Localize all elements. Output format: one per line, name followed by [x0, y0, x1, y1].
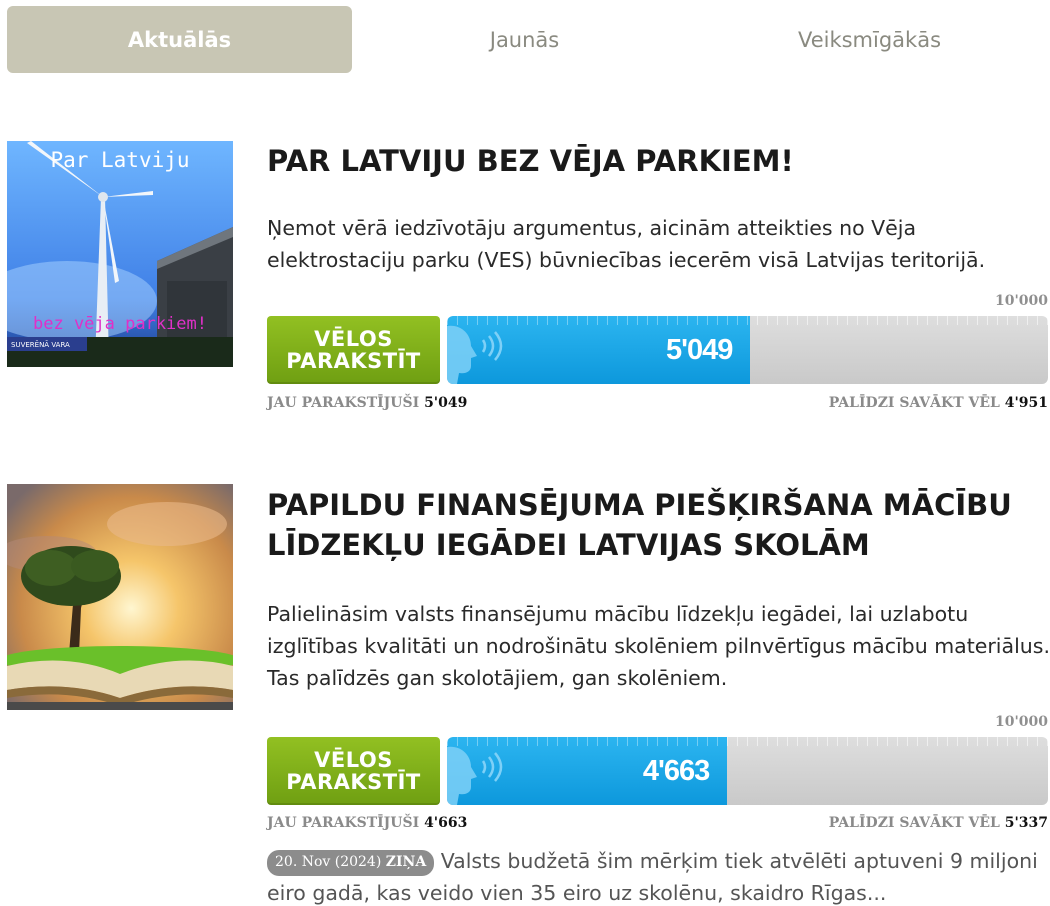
progress-fill: 5'049	[447, 316, 751, 384]
remaining-label: PALĪDZI SAVĀKT VĒL	[828, 395, 1000, 411]
petition-title[interactable]: PAR LATVIJU BEZ VĒJA PARKIEM!	[267, 141, 1027, 181]
tab-jaunas[interactable]: Jaunās	[352, 6, 697, 73]
remaining-value: 4'951	[1004, 395, 1048, 411]
sign-button[interactable]: VĒLOS PARAKSTĪT	[267, 737, 440, 805]
wind-turbine-image: Par Latviju bez vēja parkiem! SUVERĒNĀ V…	[7, 141, 233, 367]
sign-button-line2: PARAKSTĪT	[286, 770, 421, 794]
sign-button[interactable]: VĒLOS PARAKSTĪT	[267, 316, 440, 384]
petition-image-book[interactable]	[7, 484, 233, 710]
petition-description: Palielināsim valsts finansējumu mācību l…	[267, 602, 1050, 690]
sign-button-line1: VĒLOS	[314, 748, 393, 772]
speaking-head-icon	[447, 325, 503, 384]
signed-value: 5'049	[424, 395, 468, 411]
signed-stat: JAU PARAKSTĪJUŠI 5'049	[267, 395, 467, 411]
signature-count: 4'663	[642, 755, 710, 787]
remaining-value: 5'337	[1004, 815, 1048, 831]
tab-aktualas[interactable]: Aktuālās	[7, 6, 352, 73]
petition-image-wind[interactable]: Par Latviju bez vēja parkiem! SUVERĒNĀ V…	[7, 141, 233, 367]
tree-book-image	[7, 484, 233, 710]
petition-goal: 10'000	[995, 714, 1048, 730]
news-date: 20. Nov (2024)	[275, 854, 382, 870]
image-corner-text: SUVERĒNĀ VARA	[11, 340, 70, 349]
petition-description: Ņemot vērā iedzīvotāju argumentus, aicin…	[267, 216, 986, 272]
progress-fill: 4'663	[447, 737, 728, 805]
signed-label: JAU PARAKSTĪJUŠI	[267, 815, 420, 831]
signed-stat: JAU PARAKSTĪJUŠI 4'663	[267, 815, 467, 831]
news-badge: 20. Nov (2024) ZIŅA	[267, 850, 435, 876]
speaking-head-icon	[447, 746, 503, 805]
petition-goal: 10'000	[995, 293, 1048, 309]
image-top-text: Par Latviju	[50, 148, 189, 172]
signed-value: 4'663	[424, 815, 468, 831]
image-bottom-text: bez vēja parkiem!	[33, 314, 207, 334]
remaining-label: PALĪDZI SAVĀKT VĒL	[828, 815, 1000, 831]
petition-title[interactable]: PAPILDU FINANSĒJUMA PIEŠĶIRŠANA MĀCĪBU L…	[267, 485, 1027, 565]
signature-progress-bar: 5'049	[447, 316, 1048, 384]
sign-button-line1: VĒLOS	[314, 327, 393, 351]
news-tag: ZIŅA	[385, 854, 427, 870]
news-update[interactable]: 20. Nov (2024) ZIŅA Valsts budžetā šim m…	[267, 846, 1047, 906]
sign-button-line2: PARAKSTĪT	[286, 349, 421, 373]
tab-bar: Aktuālās Jaunās Veiksmīgākās	[7, 6, 1042, 73]
tab-veiksmigakas[interactable]: Veiksmīgākās	[697, 6, 1042, 73]
remaining-stat: PALĪDZI SAVĀKT VĒL 4'951	[829, 395, 1048, 411]
signature-count: 5'049	[666, 334, 733, 366]
signature-progress-bar: 4'663	[447, 737, 1048, 805]
remaining-stat: PALĪDZI SAVĀKT VĒL 5'337	[829, 815, 1048, 831]
signed-label: JAU PARAKSTĪJUŠI	[267, 395, 420, 411]
